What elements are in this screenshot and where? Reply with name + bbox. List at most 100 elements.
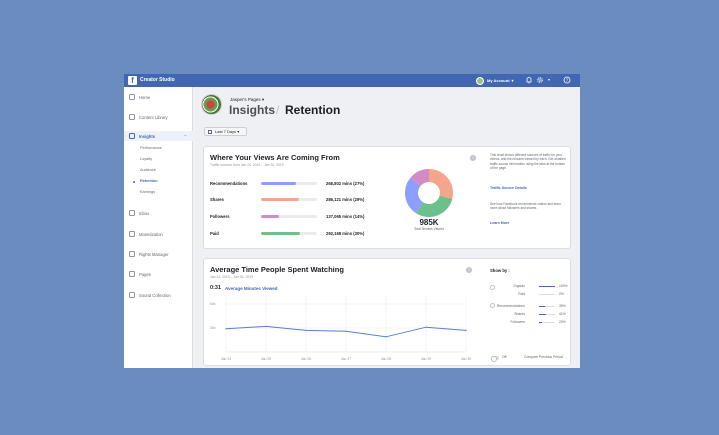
traffic-source-details-link[interactable]: Traffic Source Details bbox=[490, 186, 527, 191]
svg-text:?: ? bbox=[566, 78, 569, 83]
info-icon[interactable]: i bbox=[470, 155, 476, 161]
sidebar-item-label: Inbox bbox=[139, 210, 150, 216]
donut-slice-shares[interactable] bbox=[429, 169, 453, 199]
source-row-label: Followers bbox=[210, 214, 230, 219]
chart-icon bbox=[129, 133, 135, 139]
show-by-name: Paid bbox=[518, 292, 525, 296]
show-by-bar bbox=[539, 314, 555, 316]
gear-icon[interactable] bbox=[536, 76, 544, 84]
traffic-donut-chart bbox=[405, 169, 453, 217]
show-by-name: Followers bbox=[510, 320, 525, 324]
source-bar-fill bbox=[261, 215, 280, 218]
show-by-bar bbox=[539, 306, 555, 308]
help-icon[interactable]: ? bbox=[563, 76, 571, 84]
show-by-bar-fill bbox=[539, 286, 555, 288]
donut-slice-paid[interactable] bbox=[416, 195, 453, 217]
account-avatar bbox=[476, 76, 484, 85]
source-bar bbox=[261, 198, 317, 201]
average-minutes-label: Average Minutes Viewed bbox=[225, 286, 278, 291]
views-source-card: Where Your Views Are Coming From Traffic… bbox=[203, 146, 571, 249]
series-point[interactable] bbox=[465, 329, 467, 331]
y-tick-label: 60s bbox=[210, 302, 216, 306]
sidebar-item-label: Pages bbox=[139, 271, 151, 277]
source-row-value: 268,802 mins (27%) bbox=[326, 181, 365, 186]
sidebar-item-pages[interactable]: Pages bbox=[124, 269, 193, 279]
source-bar-fill bbox=[261, 198, 299, 201]
show-by-value: 100% bbox=[559, 284, 568, 288]
source-row-label: Recommendations bbox=[210, 181, 248, 186]
sidebar-item-label: Content Library bbox=[139, 114, 168, 120]
bell-icon[interactable] bbox=[525, 76, 533, 84]
rights-icon bbox=[129, 251, 135, 257]
page-avatar[interactable] bbox=[201, 94, 222, 115]
facebook-logo-icon[interactable]: f bbox=[128, 76, 137, 85]
x-tick-label: Jan 26 bbox=[301, 357, 311, 361]
show-by-value: 20% bbox=[559, 320, 566, 324]
money-icon bbox=[129, 231, 135, 237]
source-row-value: 286,121 mins (29%) bbox=[326, 197, 365, 202]
views-help-text: This chart shows different sources of tr… bbox=[490, 153, 566, 170]
show-by-label: Show by : bbox=[490, 268, 510, 273]
series-point[interactable] bbox=[425, 326, 427, 328]
source-row-label: Paid bbox=[210, 231, 219, 236]
views-card-title: Where Your Views Are Coming From bbox=[210, 153, 340, 162]
home-icon bbox=[129, 94, 135, 100]
top-bar: f Creator Studio My Account ▾ ▾ ? bbox=[124, 74, 580, 87]
show-by-bar bbox=[539, 322, 555, 324]
account-menu[interactable]: My Account ▾ bbox=[476, 76, 514, 85]
sidebar-item-monetization[interactable]: Monetization bbox=[124, 229, 193, 239]
series-point[interactable] bbox=[225, 328, 227, 330]
show-by-bar-fill bbox=[539, 322, 543, 324]
series-point[interactable] bbox=[265, 325, 267, 327]
sidebar-subitem-audience[interactable]: Audience bbox=[140, 168, 156, 173]
average-time-value: 0:31 bbox=[210, 285, 222, 291]
show-by-bar bbox=[539, 294, 555, 296]
chevron-down-icon[interactable]: ▾ bbox=[545, 76, 553, 84]
sidebar-subitem-earnings[interactable]: Earnings bbox=[140, 190, 155, 195]
account-label: My Account bbox=[487, 78, 510, 83]
x-tick-label: Jan 27 bbox=[341, 357, 351, 361]
sidebar-item-home[interactable]: Home bbox=[124, 92, 193, 102]
source-bar bbox=[261, 232, 317, 235]
inbox-icon bbox=[129, 210, 135, 216]
source-bar bbox=[261, 215, 317, 218]
series-point[interactable] bbox=[345, 330, 347, 332]
avg-card-subtitle: Jan 24, 2019 – Jan 30, 2019 bbox=[210, 275, 253, 279]
sidebar-item-content-library[interactable]: Content Library bbox=[124, 112, 193, 122]
compare-previous-label[interactable]: Compare Previous Period bbox=[524, 355, 563, 360]
x-tick-label: Jan 25 bbox=[261, 357, 271, 361]
sidebar-subitem-loyalty[interactable]: Loyalty bbox=[140, 157, 152, 162]
info-icon[interactable]: i bbox=[466, 267, 472, 273]
source-row-value: 137,065 mins (14%) bbox=[326, 214, 365, 219]
show-by-value: 0% bbox=[559, 292, 564, 296]
series-point[interactable] bbox=[385, 336, 387, 338]
chevron-up-icon: ⌃ bbox=[183, 133, 187, 139]
date-range-dropdown[interactable]: Last 7 Days ▾ bbox=[204, 127, 247, 136]
compare-toggle[interactable] bbox=[491, 356, 499, 362]
show-by-name: Shares bbox=[514, 312, 525, 316]
total-minutes-caption: Total Minutes Viewed bbox=[413, 227, 445, 231]
show-by-row-organic: Organic 100% bbox=[489, 284, 579, 289]
learn-more-link[interactable]: Learn More bbox=[490, 221, 509, 226]
sidebar-subitem-performance[interactable]: Performance bbox=[140, 146, 162, 151]
breadcrumb-insights[interactable]: Insights bbox=[229, 103, 275, 117]
sidebar-item-inbox[interactable]: Inbox bbox=[124, 208, 193, 218]
average-time-line-chart: 60s 30s Jan 24 Jan 25 Jan 26 Jan 27 Jan 28 Jan … bbox=[210, 296, 471, 361]
show-by-bar-fill bbox=[539, 314, 546, 316]
show-by-row-followers: Followers 20% bbox=[489, 320, 579, 325]
sidebar-item-insights[interactable]: Insights ⌃ bbox=[124, 131, 193, 141]
show-by-row-paid: Paid 0% bbox=[489, 292, 579, 297]
toggle-state-label: Off bbox=[502, 355, 507, 359]
sidebar-subitem-retention[interactable]: Retention bbox=[133, 179, 158, 184]
creator-studio-window: f Creator Studio My Account ▾ ▾ ? Home C… bbox=[124, 74, 580, 368]
sidebar-item-label: Rights Manager bbox=[139, 251, 169, 257]
source-bar-fill bbox=[261, 232, 301, 235]
show-by-bar bbox=[539, 286, 555, 288]
series-point[interactable] bbox=[305, 329, 307, 331]
recommendation-help-text: See how Facebook recommends videos and l… bbox=[490, 202, 561, 211]
average-watch-time-card: Average Time People Spent Watching Jan 2… bbox=[203, 258, 571, 366]
sidebar-item-rights-manager[interactable]: Rights Manager bbox=[124, 249, 193, 259]
show-by-name: Recommendations bbox=[496, 304, 525, 308]
sidebar-item-sound-collection[interactable]: Sound Collection bbox=[124, 290, 193, 300]
source-row-label: Shares bbox=[210, 197, 224, 202]
